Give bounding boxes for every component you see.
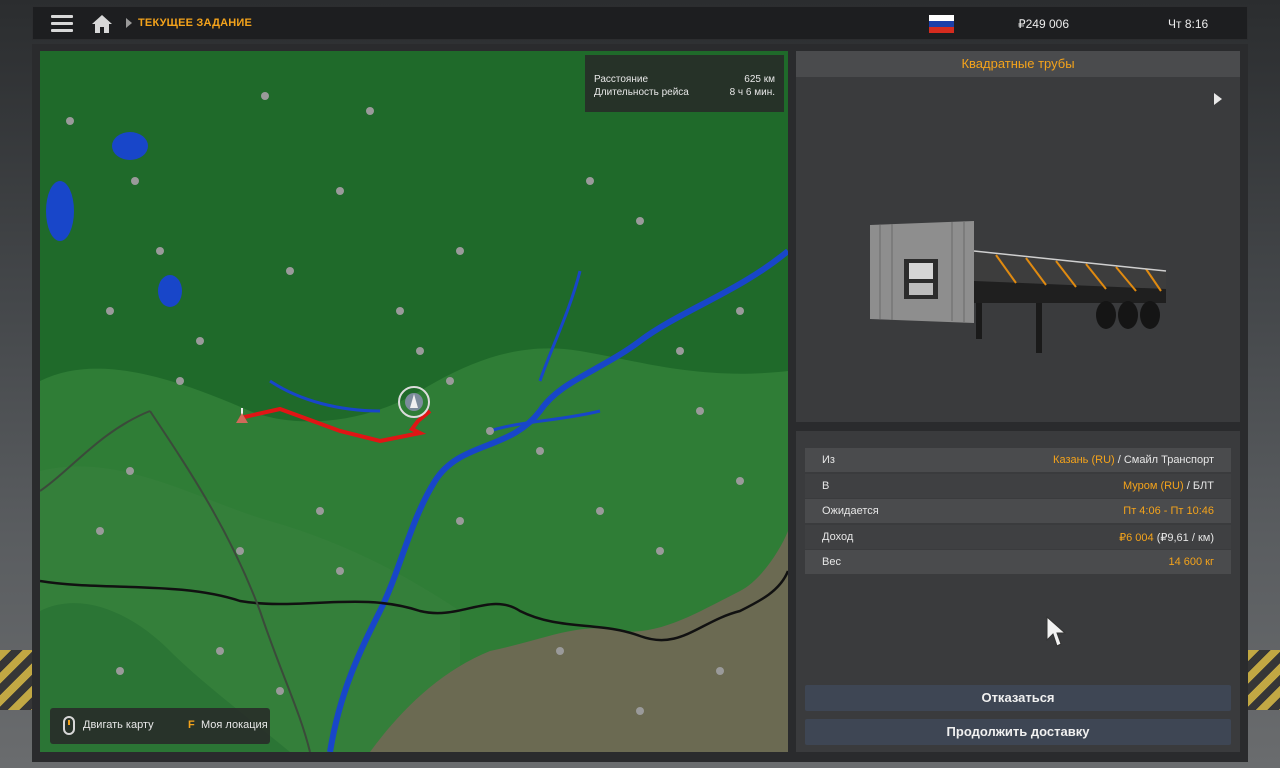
top-bar: ТЕКУЩЕЕ ЗАДАНИЕ ₽249 006 Чт 8:16 [32, 6, 1248, 40]
river [269, 379, 381, 413]
weight-value: 14 600 кг [1168, 556, 1214, 568]
country-flag-icon [929, 15, 954, 33]
to-company: / БЛТ [1183, 480, 1214, 492]
hazard-stripe-left [0, 650, 32, 710]
mouse-cursor-icon [1046, 616, 1066, 647]
my-location-hint[interactable]: Моя локация [201, 719, 268, 731]
from-label: Из [822, 454, 835, 466]
trailer-preview-image [870, 221, 1167, 353]
money-balance: ₽249 006 [1018, 17, 1070, 31]
income-rate: (₽9,61 / км) [1153, 532, 1214, 544]
detail-row-weight: Вес 14 600 кг [805, 550, 1231, 574]
breadcrumb[interactable]: ТЕКУЩЕЕ ЗАДАНИЕ [138, 17, 252, 29]
lake [46, 181, 74, 241]
distance-label: Расстояние [594, 74, 649, 85]
map-controls-hint: Двигать карту F Моя локация [50, 708, 270, 744]
to-city: Муром (RU) [1122, 480, 1184, 492]
duration-value: 8 ч 6 мин. [729, 87, 775, 98]
job-details-panel: Из Казань (RU) / Смайл Транспорт В Муром… [796, 431, 1240, 752]
detail-row-income: Доход ₽6 004 (₽9,61 / км) [805, 525, 1231, 549]
cancel-job-button[interactable]: Отказаться [805, 685, 1231, 711]
hazard-stripe-right [1248, 650, 1280, 710]
lake [112, 132, 148, 160]
weight-label: Вес [822, 556, 841, 568]
from-city: Казань (RU) [1053, 454, 1115, 466]
expected-label: Ожидается [822, 505, 879, 517]
lake [158, 275, 182, 307]
income-value: ₽6 004 [1119, 532, 1154, 544]
route-map[interactable]: Расстояние 625 км Длительность рейса 8 ч… [40, 51, 788, 752]
expected-value: Пт 4:06 - Пт 10:46 [1123, 505, 1214, 517]
menu-icon[interactable] [51, 15, 73, 33]
to-label: В [822, 480, 830, 492]
continue-delivery-button[interactable]: Продолжить доставку [805, 719, 1231, 745]
distance-value: 625 км [744, 74, 775, 85]
detail-row-to: В Муром (RU) / БЛТ [805, 474, 1231, 498]
cargo-title: Квадратные трубы [796, 51, 1240, 77]
map-canvas[interactable] [40, 51, 788, 752]
duration-label: Длительность рейса [594, 87, 689, 98]
game-time: Чт 8:16 [1168, 17, 1209, 31]
breadcrumb-arrow-icon [126, 18, 132, 28]
income-label: Доход [822, 531, 854, 543]
location-key: F [188, 719, 195, 731]
detail-row-from: Из Казань (RU) / Смайл Транспорт [805, 448, 1231, 472]
cargo-panel: Квадратные трубы [796, 51, 1240, 422]
route-info-box: Расстояние 625 км Длительность рейса 8 ч… [585, 55, 784, 112]
from-company: / Смайл Транспорт [1114, 454, 1214, 466]
detail-row-expected: Ожидается Пт 4:06 - Пт 10:46 [805, 499, 1231, 523]
mouse-icon [63, 716, 75, 735]
move-map-hint: Двигать карту [83, 719, 154, 731]
next-view-arrow-icon[interactable] [1214, 93, 1222, 105]
home-icon[interactable] [91, 13, 113, 35]
